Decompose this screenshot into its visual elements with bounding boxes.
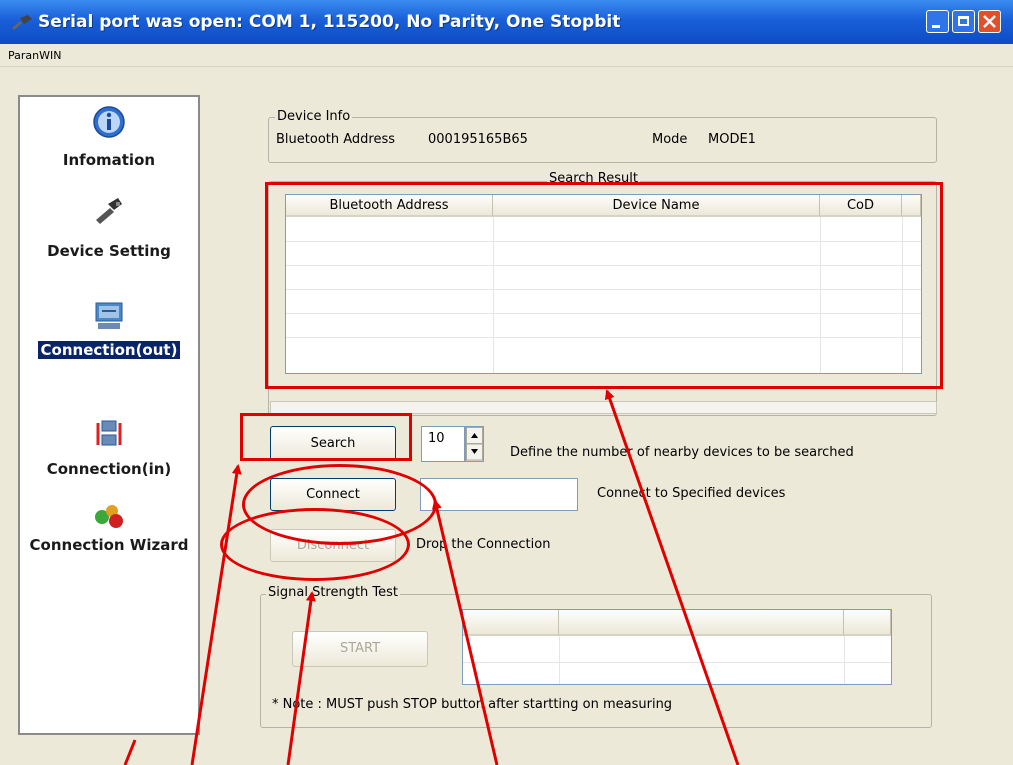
search-description: Define the number of nearby devices to b…: [510, 445, 854, 460]
serial-cable-icon: [12, 15, 32, 30]
device-info-title: Device Info: [275, 109, 353, 124]
wizard-icon: [95, 505, 123, 528]
start-button[interactable]: START: [292, 631, 428, 667]
column-divider: [559, 636, 560, 684]
maximize-button[interactable]: [952, 10, 975, 33]
signal-note: * Note : MUST push STOP button after sta…: [272, 697, 673, 712]
bluetooth-address-value: 000195165B65: [428, 132, 528, 147]
sidebar: Infomation Device Setting Connection(out…: [18, 95, 200, 735]
connect-description: Connect to Specified devices: [597, 486, 786, 501]
column-header[interactable]: [559, 610, 844, 636]
serial-device-icon: [96, 198, 122, 224]
annotation-circle-disconnect: [220, 508, 410, 581]
connection-out-icon: [95, 302, 123, 329]
column-header[interactable]: [844, 610, 891, 636]
minimize-button[interactable]: [926, 10, 949, 33]
connect-address-input[interactable]: [420, 478, 578, 511]
menu-paranwin[interactable]: ParanWIN: [8, 49, 61, 62]
sidebar-item-label: Connection(out): [38, 341, 180, 359]
close-icon: [983, 15, 996, 28]
sidebar-item-connection-out[interactable]: Connection(out): [20, 297, 198, 369]
sidebar-item-label: Connection Wizard: [29, 536, 189, 554]
search-count-input[interactable]: 10: [421, 426, 465, 462]
sidebar-item-device-setting[interactable]: Device Setting: [20, 192, 198, 262]
sidebar-item-label: Infomation: [62, 151, 156, 169]
sidebar-item-connection-wizard[interactable]: Connection Wizard: [20, 499, 198, 569]
sidebar-item-infomation[interactable]: Infomation: [20, 103, 198, 173]
bluetooth-address-label: Bluetooth Address: [276, 132, 396, 147]
menu-bar: [0, 44, 1013, 67]
info-icon: [93, 106, 125, 138]
close-button[interactable]: [978, 10, 1001, 33]
mode-label: Mode: [652, 132, 688, 147]
disconnect-description: Drop the Connection: [416, 537, 551, 552]
column-divider: [844, 636, 845, 684]
annotation-highlight-search-result: [265, 182, 943, 389]
sidebar-item-label: Connection(in): [46, 460, 172, 478]
sidebar-item-connection-in[interactable]: Connection(in): [20, 417, 198, 487]
spin-arrows-icon: [466, 427, 483, 461]
column-header[interactable]: [463, 610, 559, 636]
sidebar-item-label: Device Setting: [47, 242, 171, 260]
table-row[interactable]: [463, 662, 891, 663]
signal-strength-table[interactable]: [462, 609, 892, 685]
mode-value: MODE1: [708, 132, 756, 147]
signal-strength-title: Signal Strength Test: [266, 585, 401, 600]
annotation-highlight-search-button: [240, 413, 412, 461]
window-title: Serial port was open: COM 1, 115200, No …: [38, 12, 621, 32]
search-count-spinner[interactable]: [465, 426, 484, 462]
connection-in-icon: [96, 420, 122, 446]
